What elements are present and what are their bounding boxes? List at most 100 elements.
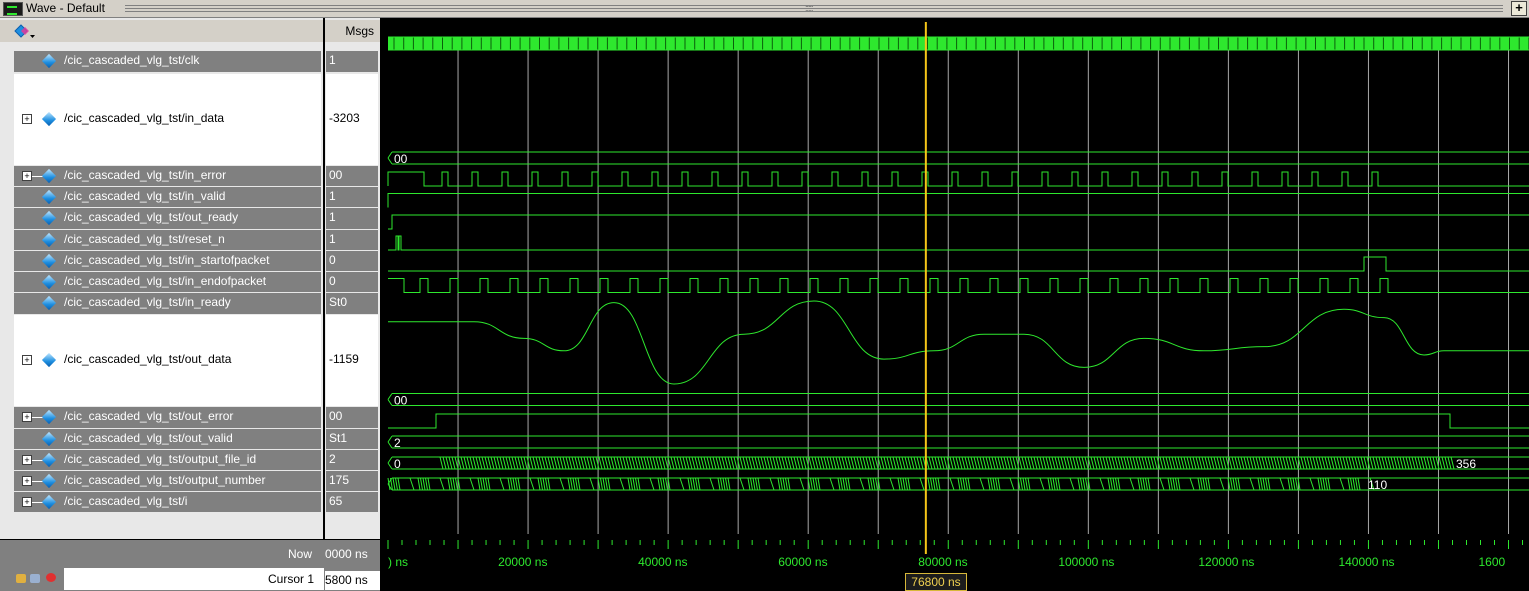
signal-row-in-ready[interactable]: /cic_cascaded_vlg_tst/in_ready — [14, 293, 321, 314]
expand-icon[interactable] — [22, 455, 32, 465]
diamond-icon — [41, 494, 57, 510]
output-number-transition — [841, 456, 846, 470]
expand-icon[interactable] — [22, 476, 32, 486]
delete-cursor-icon[interactable] — [46, 573, 56, 582]
output-number-transition — [1135, 456, 1140, 470]
i-transition — [889, 477, 895, 491]
output-number-transition — [1060, 456, 1065, 470]
signal-value-in-ready: St0 — [326, 293, 378, 314]
signal-row-output-number[interactable]: /cic_cascaded_vlg_tst/output_number — [14, 471, 321, 491]
output-number-transition — [868, 456, 873, 470]
output-number-transition — [535, 456, 540, 470]
output-number-transition — [880, 456, 885, 470]
in-error-wave — [387, 151, 1529, 165]
output-number-transition — [853, 456, 858, 470]
output-number-transition — [943, 456, 948, 470]
signal-value-in-data: -3203 — [326, 74, 378, 165]
i-transition — [1172, 477, 1176, 491]
output-number-transition — [1129, 456, 1134, 470]
signal-value: St0 — [329, 295, 348, 309]
signal-name-pane[interactable]: /cic_cascaded_vlg_tst/clk/cic_cascaded_v… — [0, 18, 323, 539]
msgs-column-header: Msgs — [325, 20, 380, 42]
output-number-transition — [514, 456, 519, 470]
signal-name: /cic_cascaded_vlg_tst/in_data — [64, 111, 225, 125]
i-transition — [1142, 477, 1146, 491]
expand-icon[interactable] — [22, 171, 32, 181]
expand-icon[interactable] — [22, 497, 32, 507]
signal-value: 00 — [329, 409, 343, 423]
signal-row-out-data[interactable]: /cic_cascaded_vlg_tst/out_data — [14, 315, 321, 406]
output-number-transition — [658, 456, 663, 470]
signal-row-clk[interactable]: /cic_cascaded_vlg_tst/clk — [14, 51, 321, 72]
output-number-transition — [829, 456, 834, 470]
i-transition — [847, 477, 851, 491]
output-number-transition — [1168, 456, 1173, 470]
output-number-transition — [1042, 456, 1047, 470]
output-number-transition — [1048, 456, 1053, 470]
title-bar[interactable]: Wave - Default ::::: + — [0, 0, 1529, 18]
expand-icon[interactable] — [22, 355, 32, 365]
i-transition — [1020, 477, 1023, 491]
i-transition — [799, 477, 805, 491]
output-number-transition — [610, 456, 615, 470]
output-number-transition — [718, 456, 723, 470]
output-number-transition — [1219, 456, 1224, 470]
output-number-transition — [1447, 456, 1452, 470]
i-transition — [695, 477, 698, 491]
value-pane[interactable]: Msgs 1 -3203 00 1 1 1 0 0 St0 -1159 00 St1 2 175 65 — [325, 18, 380, 539]
signal-row-in-error[interactable]: /cic_cascaded_vlg_tst/in_error — [14, 166, 321, 186]
drag-handle-icon[interactable]: ::::: — [805, 3, 813, 13]
lock-icon[interactable] — [16, 574, 26, 583]
signal-tree-icon[interactable] — [14, 24, 36, 40]
expand-icon[interactable] — [22, 114, 32, 124]
i-transition — [777, 477, 781, 491]
waveform-canvas[interactable]: 00 00 2 0 356 110) ns 20000 ns 40000 ns 60000 ns… — [384, 18, 1529, 591]
signal-row-in-endofpacket[interactable]: /cic_cascaded_vlg_tst/in_endofpacket — [14, 272, 321, 292]
edit-cursor-icon[interactable] — [30, 574, 40, 583]
signal-row-output-file-id[interactable]: /cic_cascaded_vlg_tst/output_file_id — [14, 450, 321, 470]
cursor-time-label[interactable]: 76800 ns — [905, 573, 967, 591]
output-number-transition — [1441, 456, 1446, 470]
i-transition — [1159, 477, 1165, 491]
i-transition — [747, 477, 751, 491]
diamond-icon — [41, 274, 57, 290]
signal-value: 1 — [329, 53, 336, 67]
output-number-transition — [970, 456, 975, 470]
output-number-transition — [1222, 456, 1227, 470]
signal-value-out-error: 00 — [326, 407, 378, 428]
i-transition — [755, 477, 758, 491]
output-number-transition — [1438, 456, 1443, 470]
output-number-transition — [790, 456, 795, 470]
signal-row-reset-n[interactable]: /cic_cascaded_vlg_tst/reset_n — [14, 230, 321, 250]
maximize-button[interactable]: + — [1511, 1, 1527, 16]
signal-name: /cic_cascaded_vlg_tst/out_data — [64, 352, 232, 366]
output-number-transition — [532, 456, 537, 470]
signal-row-in-data[interactable]: /cic_cascaded_vlg_tst/in_data — [14, 74, 321, 165]
i-transition — [845, 477, 848, 491]
i-transition — [870, 477, 873, 491]
output-number-transition — [553, 456, 558, 470]
signal-row-in-valid[interactable]: /cic_cascaded_vlg_tst/in_valid — [14, 187, 321, 207]
output-number-transition — [1393, 456, 1398, 470]
i-transition — [1110, 477, 1113, 491]
i-transition — [727, 477, 731, 491]
output-number-transition — [1009, 456, 1014, 470]
output-number-transition — [445, 456, 450, 470]
output-number-transition — [448, 456, 453, 470]
signal-row-out-valid[interactable]: /cic_cascaded_vlg_tst/out_valid — [14, 429, 321, 449]
i-transition — [937, 477, 941, 491]
cursor-value[interactable]: 5800 ns — [325, 571, 380, 590]
waveform-pane[interactable]: 00 00 2 0 356 110) ns 20000 ns 40000 ns 60000 ns… — [384, 18, 1529, 591]
signal-row-out-error[interactable]: /cic_cascaded_vlg_tst/out_error — [14, 407, 321, 428]
i-transition — [787, 477, 791, 491]
output-number-transition — [1372, 456, 1377, 470]
signal-row-out-ready[interactable]: /cic_cascaded_vlg_tst/out_ready — [14, 208, 321, 229]
cursor-row[interactable]: Cursor 1 — [64, 568, 324, 590]
output-number-transition — [697, 456, 702, 470]
signal-row-in-startofpacket[interactable]: /cic_cascaded_vlg_tst/in_startofpacket — [14, 251, 321, 271]
signal-row-i[interactable]: /cic_cascaded_vlg_tst/i — [14, 492, 321, 512]
signal-name: /cic_cascaded_vlg_tst/in_startofpacket — [64, 253, 270, 267]
expand-icon[interactable] — [22, 412, 32, 422]
i-transition — [1050, 477, 1053, 491]
i-transition — [935, 477, 938, 491]
